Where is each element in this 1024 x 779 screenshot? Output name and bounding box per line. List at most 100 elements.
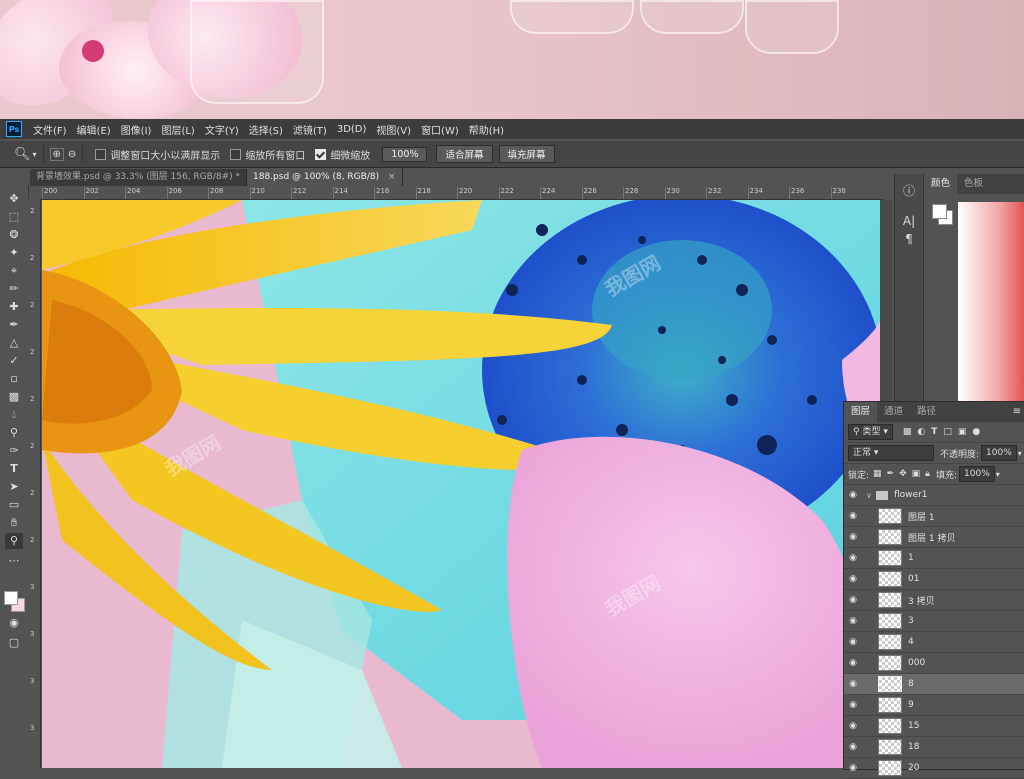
lock-position-icon[interactable]: ✥: [899, 469, 907, 479]
layer-row[interactable]: ◉ 图层 1 拷贝: [844, 527, 1024, 548]
blur-tool-icon[interactable]: 💧︎: [5, 407, 23, 423]
smart-object-filter-icon[interactable]: ▣: [958, 427, 967, 437]
lock-all-icon[interactable]: 🔒︎: [925, 469, 930, 479]
eraser-tool-icon[interactable]: ▫: [5, 371, 23, 387]
path-selection-tool-icon[interactable]: ➤: [5, 479, 23, 495]
brush-tool-icon[interactable]: ✒: [5, 317, 23, 333]
layer-row[interactable]: ◉ 4: [844, 632, 1024, 653]
chevron-down-icon[interactable]: ▾: [1018, 449, 1022, 458]
tab-paths[interactable]: 路径: [910, 402, 943, 422]
type-tool-icon[interactable]: T: [5, 461, 23, 477]
screen-mode-icon[interactable]: ▢: [5, 635, 23, 651]
paragraph-icon[interactable]: ¶: [900, 230, 918, 248]
blend-mode-dropdown[interactable]: 正常 ▾: [848, 445, 934, 461]
menu-layer[interactable]: 图层(L): [156, 122, 199, 137]
menu-icon[interactable]: ≡: [1013, 406, 1021, 417]
layer-row-selected[interactable]: ◉ 8: [844, 674, 1024, 695]
visibility-eye-icon[interactable]: ◉: [844, 721, 862, 731]
chevron-down-icon[interactable]: ▾: [996, 470, 1000, 479]
rectangle-tool-icon[interactable]: ▭: [5, 497, 23, 513]
visibility-eye-icon[interactable]: ◉: [844, 679, 862, 689]
resize-windows-checkbox[interactable]: [95, 148, 107, 160]
zoom-in-icon[interactable]: ⊕: [49, 147, 64, 161]
visibility-eye-icon[interactable]: ◉: [844, 511, 862, 521]
close-icon[interactable]: ×: [388, 172, 396, 182]
layer-row[interactable]: ◉ 15: [844, 716, 1024, 737]
menu-help[interactable]: 帮助(H): [464, 122, 509, 137]
tab-swatches[interactable]: 色板: [957, 174, 990, 194]
tab-color[interactable]: 颜色: [924, 174, 958, 194]
pixel-filter-icon[interactable]: ▩: [903, 427, 912, 437]
visibility-eye-icon[interactable]: ◉: [844, 742, 862, 752]
menu-edit[interactable]: 编辑(E): [72, 122, 116, 137]
menu-file[interactable]: 文件(F): [28, 122, 72, 137]
zoom-all-checkbox[interactable]: [230, 148, 242, 160]
visibility-eye-icon[interactable]: ◉: [844, 532, 862, 542]
zoom-value-button[interactable]: 100%: [382, 146, 428, 162]
layer-row[interactable]: ◉ 20: [844, 758, 1024, 779]
foreground-color-swatch[interactable]: [4, 591, 18, 605]
zoom-out-icon[interactable]: ⊖: [68, 149, 76, 160]
crop-tool-icon[interactable]: ⌖: [5, 263, 23, 279]
more-tools-icon[interactable]: ⋯: [5, 553, 23, 569]
foreground-swatch[interactable]: [932, 204, 947, 219]
magic-wand-tool-icon[interactable]: ✦: [5, 245, 23, 261]
quick-mask-icon[interactable]: ◉: [5, 615, 23, 631]
shape-filter-icon[interactable]: □: [943, 427, 952, 437]
visibility-eye-icon[interactable]: ◉: [844, 490, 862, 500]
opacity-field[interactable]: 100%: [981, 445, 1017, 461]
visibility-eye-icon[interactable]: ◉: [844, 763, 862, 773]
fill-screen-button[interactable]: 填充屏幕: [498, 145, 555, 163]
menu-type[interactable]: 文字(Y): [200, 122, 244, 137]
tab-background-wall[interactable]: 背景墙效果.psd @ 33.3% (图层 156, RGB/8#) *: [30, 169, 247, 186]
layer-row[interactable]: ◉ 图层 1: [844, 506, 1024, 527]
visibility-eye-icon[interactable]: ◉: [844, 574, 862, 584]
filter-toggle-icon[interactable]: ●: [972, 427, 980, 437]
tab-188[interactable]: 188.psd @ 100% (8, RGB/8) ×: [247, 169, 403, 186]
fit-screen-button[interactable]: 适合屏幕: [436, 145, 493, 163]
dodge-tool-icon[interactable]: ⚲: [5, 425, 23, 441]
chevron-down-icon[interactable]: ▾: [33, 150, 37, 159]
layer-row[interactable]: ◉ 01: [844, 569, 1024, 590]
zoom-tool-icon[interactable]: ⚲: [5, 533, 23, 549]
document-canvas[interactable]: 我图网 我图网 我图网: [42, 200, 880, 768]
move-tool-icon[interactable]: ✥: [5, 191, 23, 207]
lock-transparency-icon[interactable]: ▦: [873, 469, 882, 479]
type-filter-icon[interactable]: T: [931, 427, 937, 437]
marquee-tool-icon[interactable]: ⬚: [5, 209, 23, 225]
layer-row[interactable]: ◉ 18: [844, 737, 1024, 758]
healing-brush-tool-icon[interactable]: ✚: [5, 299, 23, 315]
character-icon[interactable]: A|: [900, 212, 918, 230]
visibility-eye-icon[interactable]: ◉: [844, 700, 862, 710]
visibility-eye-icon[interactable]: ◉: [844, 658, 862, 668]
menu-view[interactable]: 视图(V): [371, 122, 416, 137]
menu-3d[interactable]: 3D(D): [332, 124, 372, 135]
gradient-tool-icon[interactable]: ▩: [5, 389, 23, 405]
menu-window[interactable]: 窗口(W): [416, 122, 464, 137]
kind-filter-dropdown[interactable]: ⚲ 类型 ▾: [848, 424, 893, 440]
visibility-eye-icon[interactable]: ◉: [844, 595, 862, 605]
menu-filter[interactable]: 滤镜(T): [288, 122, 332, 137]
adjustment-filter-icon[interactable]: ◐: [917, 427, 925, 437]
zoom-tool-icon[interactable]: 🔍︎: [14, 147, 31, 162]
history-brush-tool-icon[interactable]: ✓: [5, 353, 23, 369]
eyedropper-tool-icon[interactable]: ✏: [5, 281, 23, 297]
layer-row[interactable]: ◉ 000: [844, 653, 1024, 674]
visibility-eye-icon[interactable]: ◉: [844, 553, 862, 563]
color-field[interactable]: [958, 202, 1024, 406]
layer-row[interactable]: ◉ 9: [844, 695, 1024, 716]
lock-artboard-icon[interactable]: ▣: [912, 469, 921, 479]
scrubby-zoom-checkbox[interactable]: [315, 148, 327, 160]
chevron-down-icon[interactable]: ∨: [866, 491, 876, 500]
visibility-eye-icon[interactable]: ◉: [844, 616, 862, 626]
layer-row[interactable]: ◉ 1: [844, 548, 1024, 569]
layer-row[interactable]: ◉ 3 拷贝: [844, 590, 1024, 611]
visibility-eye-icon[interactable]: ◉: [844, 637, 862, 647]
tab-layers[interactable]: 图层: [844, 402, 878, 422]
menu-select[interactable]: 选择(S): [244, 122, 288, 137]
layer-group-flower1[interactable]: ◉ ∨ flower1: [844, 485, 1024, 506]
info-icon[interactable]: ⓘ: [900, 182, 918, 200]
tab-channels[interactable]: 通道: [877, 402, 910, 422]
lasso-tool-icon[interactable]: ❂: [5, 227, 23, 243]
hand-tool-icon[interactable]: ✋︎: [5, 515, 23, 531]
